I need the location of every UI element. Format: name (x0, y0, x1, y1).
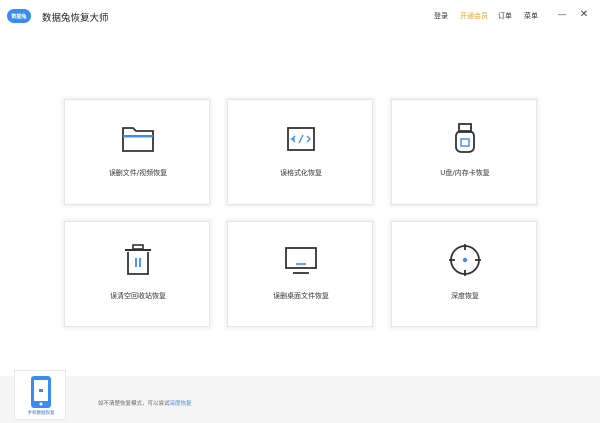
card-label: 误清空回收站恢复 (110, 292, 166, 300)
card-label: 误删文件/视频恢复 (108, 169, 168, 177)
card-format-recovery[interactable]: 误格式化恢复 (227, 99, 373, 205)
title-bar: 数据兔 数据兔恢复大师 登录 开通会员 订单 菜单 — ✕ (0, 0, 600, 32)
phone-icon (31, 376, 51, 408)
phone-recovery-label: 手机数据恢复 (27, 411, 55, 416)
card-deep-recovery[interactable]: 深度恢复 (391, 221, 537, 327)
app-title: 数据兔恢复大师 (42, 13, 109, 24)
close-button[interactable]: ✕ (578, 9, 590, 21)
card-label: 误格式化恢复 (280, 169, 322, 177)
orders-link[interactable]: 订单 (498, 11, 512, 21)
menu-link[interactable]: 菜单 (524, 11, 538, 21)
card-label: 深度恢复 (451, 292, 479, 300)
card-usb-recovery[interactable]: U盘/内存卡恢复 (391, 99, 537, 205)
monitor-icon (285, 247, 317, 274)
login-link[interactable]: 登录 (434, 11, 448, 21)
card-desktop-files[interactable]: 误删桌面文件恢复 (227, 221, 373, 327)
card-label: U盘/内存卡恢复 (440, 169, 490, 177)
app-logo: 数据兔 (7, 9, 31, 23)
card-recycle-bin[interactable]: 误清空回收站恢复 (64, 221, 210, 327)
code-window-icon (287, 127, 315, 151)
trash-icon (125, 244, 151, 275)
crosshair-icon (449, 244, 481, 276)
card-deleted-files[interactable]: 误删文件/视频恢复 (64, 99, 210, 205)
card-label: 误删桌面文件恢复 (273, 292, 329, 300)
hint-text: 如不清楚恢复模式，可以尝试 (98, 401, 170, 407)
vip-link[interactable]: 开通会员 (460, 11, 488, 21)
footer-bar (0, 376, 600, 423)
deep-recovery-link[interactable]: 深度恢复 (170, 401, 192, 407)
minimize-button[interactable]: — (556, 9, 568, 21)
usb-drive-icon (455, 123, 475, 153)
footer-hint: 如不清楚恢复模式，可以尝试深度恢复 (98, 399, 192, 407)
logo-text: 数据兔 (11, 13, 27, 20)
phone-recovery-button[interactable]: 手机数据恢复 (14, 370, 66, 420)
folder-icon (122, 127, 154, 152)
